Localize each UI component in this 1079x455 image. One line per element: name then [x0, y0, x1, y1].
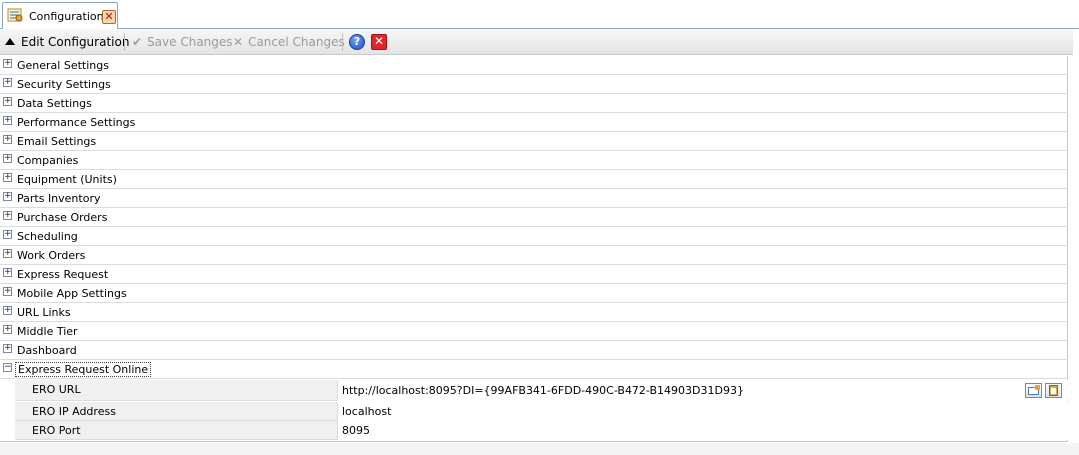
section-data-settings[interactable]: + Data Settings [0, 94, 1068, 113]
expand-icon[interactable]: + [3, 268, 12, 277]
clipboard-icon[interactable] [1045, 383, 1062, 398]
save-changes-label: Save Changes [147, 35, 233, 49]
section-dashboard[interactable]: + Dashboard [0, 341, 1068, 360]
property-row-ero-ip-address: ERO IP Address localhost [15, 402, 1068, 421]
expand-icon[interactable]: + [3, 230, 12, 239]
edit-configuration-button[interactable]: Edit Configuration [5, 33, 129, 51]
expand-icon[interactable]: + [3, 192, 12, 201]
section-label: Purchase Orders [17, 211, 108, 224]
section-label: Dashboard [17, 344, 77, 357]
toolbar: Edit Configuration ✔ Save Changes ✕ Cancel… [0, 29, 1073, 55]
section-label: Middle Tier [17, 325, 78, 338]
section-general-settings[interactable]: + General Settings [0, 56, 1068, 75]
property-row-ero-port: ERO Port 8095 [15, 421, 1068, 440]
property-row-ero-url: ERO URL http://localhost:8095?DI={99AFB3… [15, 380, 1068, 401]
section-label: Express Request Online [15, 362, 152, 377]
cross-icon: ✕ [233, 35, 244, 49]
ero-ip-address-field[interactable]: localhost [337, 402, 1068, 421]
section-mobile-app-settings[interactable]: + Mobile App Settings [0, 284, 1068, 303]
section-label: General Settings [17, 59, 109, 72]
expand-icon[interactable]: + [3, 287, 12, 296]
save-changes-button[interactable]: ✔ Save Changes [132, 33, 233, 51]
cancel-changes-button[interactable]: ✕ Cancel Changes [233, 33, 345, 51]
section-security-settings[interactable]: + Security Settings [0, 75, 1068, 94]
checkmark-icon: ✔ [132, 35, 143, 49]
ero-port-field[interactable]: 8095 [337, 421, 1068, 440]
help-icon[interactable]: ? [349, 34, 365, 50]
property-grid: + General Settings + Security Settings +… [0, 56, 1068, 442]
section-label: Companies [17, 154, 79, 167]
expand-icon[interactable]: + [3, 97, 12, 106]
section-label: Security Settings [17, 78, 111, 91]
expand-icon[interactable]: + [3, 211, 12, 220]
section-express-request[interactable]: + Express Request [0, 265, 1068, 284]
close-red-icon[interactable]: ✕ [371, 34, 387, 50]
section-label: Data Settings [17, 97, 92, 110]
expand-icon[interactable]: + [3, 306, 12, 315]
email-link-icon[interactable] [1025, 383, 1042, 398]
section-label: Express Request [17, 268, 109, 281]
section-label: Parts Inventory [17, 192, 101, 205]
collapse-up-icon [5, 38, 15, 45]
section-label: Work Orders [17, 249, 86, 262]
expand-icon[interactable]: + [3, 78, 12, 87]
tab-label: Configuration [29, 10, 104, 23]
config-icon [7, 8, 23, 22]
expand-icon[interactable]: + [3, 344, 12, 353]
section-label: Mobile App Settings [17, 287, 127, 300]
tab-close-button[interactable]: ✕ [102, 10, 116, 24]
expand-icon[interactable]: + [3, 116, 12, 125]
toolbar-separator [342, 33, 343, 51]
toolbar-separator [124, 33, 125, 51]
section-express-request-online[interactable]: − Express Request Online [0, 360, 1068, 379]
cancel-changes-label: Cancel Changes [248, 35, 345, 49]
section-parts-inventory[interactable]: + Parts Inventory [0, 189, 1068, 208]
edit-configuration-label: Edit Configuration [21, 35, 130, 49]
section-equipment-units[interactable]: + Equipment (Units) [0, 170, 1068, 189]
section-middle-tier[interactable]: + Middle Tier [0, 322, 1068, 341]
section-email-settings[interactable]: + Email Settings [0, 132, 1068, 151]
section-work-orders[interactable]: + Work Orders [0, 246, 1068, 265]
property-name: ERO URL [32, 383, 81, 396]
section-label: Email Settings [17, 135, 97, 148]
expand-icon[interactable]: + [3, 249, 12, 258]
section-scheduling[interactable]: + Scheduling [0, 227, 1068, 246]
expand-icon[interactable]: + [3, 154, 12, 163]
horizontal-scrollbar[interactable] [0, 443, 1079, 455]
expand-icon[interactable]: + [3, 135, 12, 144]
property-name: ERO IP Address [32, 405, 116, 418]
section-purchase-orders[interactable]: + Purchase Orders [0, 208, 1068, 227]
tab-strip: Configuration ✕ [0, 0, 1079, 29]
expand-icon[interactable]: + [3, 325, 12, 334]
expand-icon[interactable]: + [3, 173, 12, 182]
tab-configuration[interactable]: Configuration ✕ [2, 2, 118, 29]
section-label: Equipment (Units) [17, 173, 117, 186]
section-label: URL Links [17, 306, 71, 319]
section-label: Performance Settings [17, 116, 136, 129]
expand-icon[interactable]: + [3, 59, 12, 68]
property-name: ERO Port [32, 424, 81, 437]
section-performance-settings[interactable]: + Performance Settings [0, 113, 1068, 132]
collapse-icon[interactable]: − [3, 363, 12, 372]
ero-url-field[interactable]: http://localhost:8095?DI={99AFB341-6FDD-… [337, 380, 1068, 401]
section-label: Scheduling [17, 230, 78, 243]
section-url-links[interactable]: + URL Links [0, 303, 1068, 322]
section-companies[interactable]: + Companies [0, 151, 1068, 170]
